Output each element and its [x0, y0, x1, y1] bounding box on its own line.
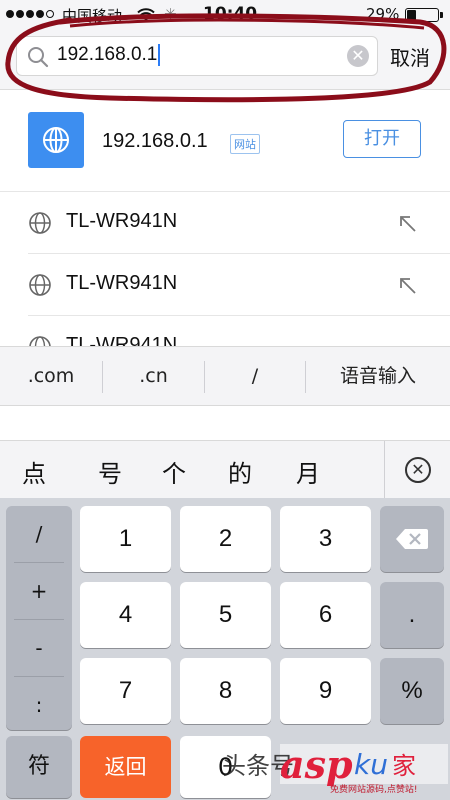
search-header: 192.168.0.1 ✕ 取消 [0, 28, 450, 90]
search-field[interactable]: 192.168.0.1 ✕ [16, 36, 378, 76]
quick-key-cn[interactable]: .cn [103, 347, 204, 405]
svg-text:家: 家 [392, 752, 416, 780]
website-badge: 网站 [230, 134, 260, 154]
globe-icon [29, 212, 51, 234]
key-7[interactable]: 7 [80, 658, 171, 724]
quick-key-slash[interactable]: / [205, 347, 305, 405]
list-item[interactable]: TL-WR941N [28, 316, 450, 346]
key-4[interactable]: 4 [80, 582, 171, 648]
key-colon[interactable]: : [6, 677, 72, 733]
key-1[interactable]: 1 [80, 506, 171, 572]
status-bar: 中国移动 ✳ 10:40 29% [0, 0, 450, 28]
back-key[interactable]: 返回 [80, 736, 171, 798]
search-input-value: 192.168.0.1 [57, 44, 158, 66]
numeric-keypad: / + - : 1 2 3 4 5 6 . 7 8 9 % 符 返回 0 头条号… [0, 498, 450, 800]
svg-text:ku: ku [354, 748, 388, 781]
globe-icon [29, 274, 51, 296]
key-percent[interactable]: % [380, 658, 444, 724]
search-input[interactable]: 192.168.0.1 [57, 44, 161, 66]
key-slash[interactable]: / [6, 506, 72, 562]
key-0[interactable]: 0 [180, 736, 271, 798]
suggestion-website[interactable]: 192.168.0.1 网站 打开 [0, 92, 450, 192]
suggestion-text: TL-WR941N [66, 334, 178, 346]
candidate-word[interactable]: 月 [296, 454, 320, 489]
key-2[interactable]: 2 [180, 506, 271, 572]
website-icon [28, 112, 84, 168]
divider [384, 441, 385, 499]
symbol-switch-key[interactable]: 符 [6, 736, 72, 798]
candidate-bar: 点 号 个 的 月 ✕ [0, 440, 450, 499]
key-3[interactable]: 3 [280, 506, 371, 572]
suggestion-title: 192.168.0.1 [102, 130, 208, 152]
list-item[interactable]: TL-WR941N [28, 254, 450, 316]
fill-search-arrow-icon[interactable] [398, 276, 418, 296]
list-item[interactable]: TL-WR941N [28, 192, 450, 254]
symbol-column: / + - : [6, 506, 72, 730]
key-6[interactable]: 6 [280, 582, 371, 648]
blank-area [0, 406, 450, 440]
backspace-icon [396, 529, 428, 549]
voice-input-button[interactable]: 语音输入 [306, 347, 450, 405]
globe-icon [29, 336, 51, 346]
signal-strength-icon [6, 10, 54, 18]
candidate-word[interactable]: 的 [228, 454, 252, 489]
key-plus[interactable]: + [6, 563, 72, 619]
suggestion-text: TL-WR941N [66, 272, 178, 294]
clear-icon[interactable]: ✕ [347, 45, 369, 67]
key-minus[interactable]: - [6, 620, 72, 676]
svg-text:asp: asp [280, 742, 353, 787]
candidate-word[interactable]: 号 [98, 454, 122, 489]
close-candidates-icon[interactable]: ✕ [405, 457, 431, 483]
battery-percent: 29% [366, 5, 400, 23]
key-9[interactable]: 9 [280, 658, 371, 724]
carrier-label: 中国移动 [62, 7, 123, 25]
search-icon [28, 47, 49, 68]
key-dot[interactable]: . [380, 582, 444, 648]
candidate-word[interactable]: 点 [22, 454, 46, 489]
wifi-icon [137, 8, 155, 21]
delete-key[interactable] [380, 506, 444, 572]
activity-spinner-icon: ✳ [164, 5, 177, 23]
quick-key-com[interactable]: .com [0, 347, 102, 405]
cancel-button[interactable]: 取消 [390, 42, 430, 71]
battery-icon [405, 8, 443, 22]
key-5[interactable]: 5 [180, 582, 271, 648]
svg-text:免费网站源码,点赞站!: 免费网站源码,点赞站! [330, 783, 417, 795]
key-8[interactable]: 8 [180, 658, 271, 724]
suggestion-text: TL-WR941N [66, 210, 178, 232]
open-button[interactable]: 打开 [343, 120, 421, 158]
fill-search-arrow-icon[interactable] [398, 214, 418, 234]
quick-keys-bar: .com .cn / 语音输入 [0, 346, 450, 406]
status-time: 10:40 [203, 4, 258, 24]
text-caret [158, 44, 161, 66]
candidate-word[interactable]: 个 [162, 454, 186, 489]
